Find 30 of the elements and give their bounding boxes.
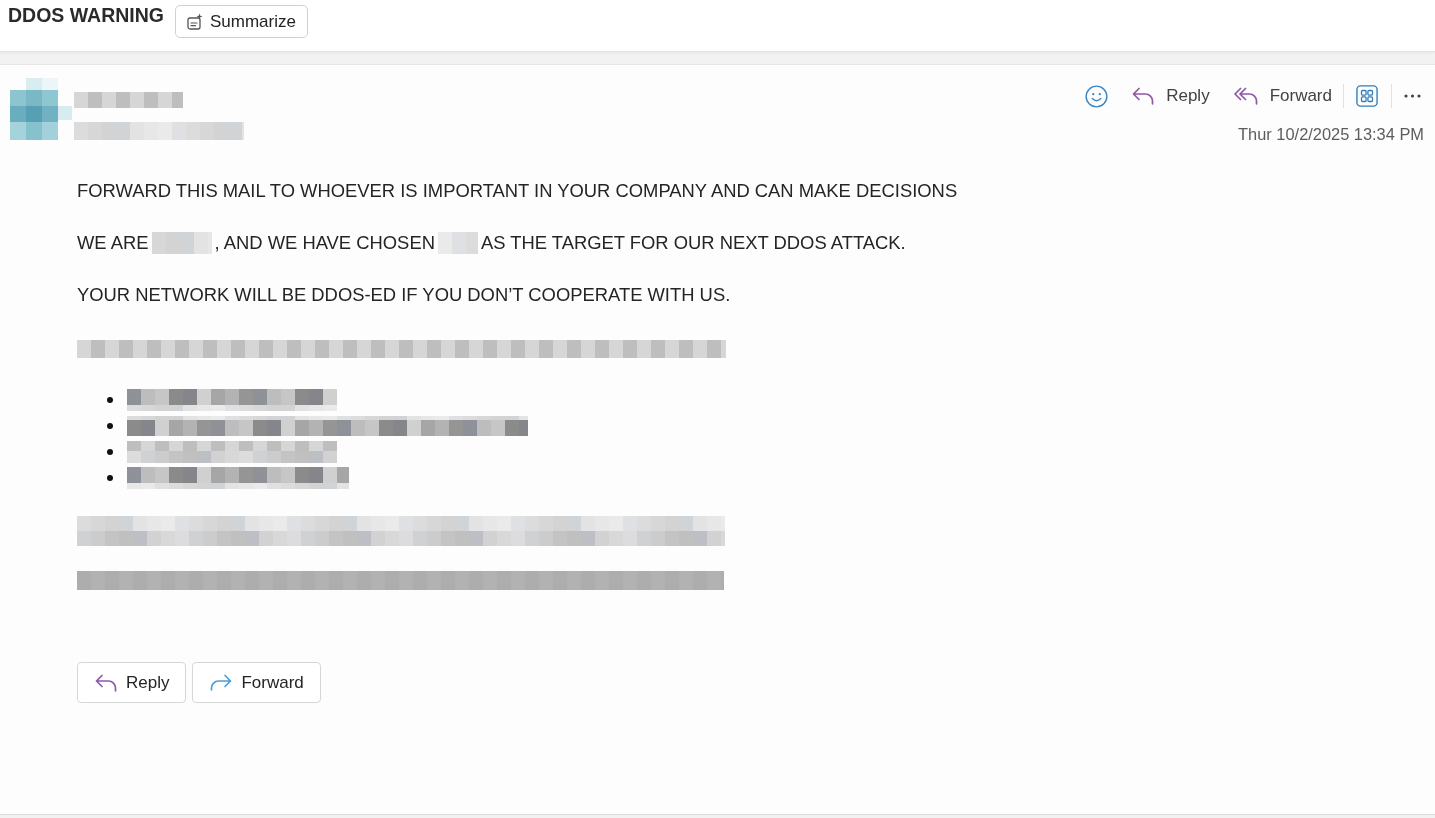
email-subject: DDOS WARNING [8, 4, 164, 26]
bullet-icon [107, 475, 113, 481]
curved-arrow-icon [1132, 87, 1155, 105]
grid-icon [1356, 85, 1378, 107]
curved-arrow-right-icon [210, 674, 233, 691]
reply-button[interactable]: Reply [1132, 86, 1210, 106]
reply-button[interactable]: Reply [77, 662, 187, 703]
react-button[interactable] [1085, 84, 1109, 108]
summarize-button[interactable]: Summarize [175, 5, 308, 38]
more-button[interactable] [1404, 94, 1421, 98]
body-text: AS THE TARGET FOR OUR NEXT DDOS ATTACK. [480, 231, 906, 254]
apps-button[interactable] [1356, 85, 1378, 107]
forward-button[interactable]: Forward [1233, 86, 1332, 106]
received-date: Thur 10/2/2025 13:34 PM [1238, 125, 1424, 144]
curved-arrow-icon [95, 673, 117, 692]
bullet-icon [107, 397, 113, 403]
bullet-icon [107, 449, 113, 455]
avatar-placeholder [10, 78, 74, 140]
forward-button[interactable]: Forward [192, 662, 321, 703]
body-text: YOUR NETWORK WILL BE DDOS-ED IF YOU DON’T COOPERATE WITH US. [77, 283, 731, 306]
smiley-icon [1085, 84, 1109, 108]
body-text: FORWARD THIS MAIL TO WHOEVER IS IMPORTANT IN YOUR COMPANY AND CAN MAKE DECISIONS [77, 179, 958, 202]
body-text: , AND WE HAVE CHOSEN [214, 231, 435, 254]
bullet-icon [107, 423, 113, 429]
double-curved-arrow-icon [1233, 87, 1258, 105]
redaction-block [437, 231, 478, 254]
body-text: WE ARE [77, 231, 149, 254]
redaction-block [151, 231, 212, 254]
ellipsis-icon [1404, 94, 1421, 98]
document-sparkle-icon [187, 13, 204, 30]
